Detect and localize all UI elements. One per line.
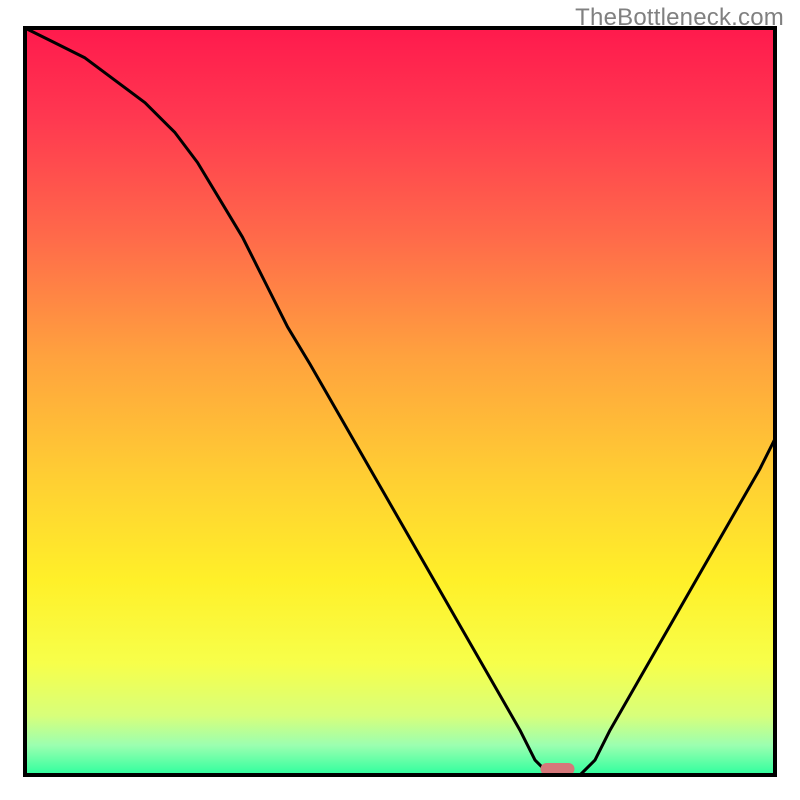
watermark-text: TheBottleneck.com — [575, 4, 784, 32]
gradient-background — [25, 28, 775, 775]
bottleneck-chart — [0, 0, 800, 800]
chart-stage: TheBottleneck.com — [0, 0, 800, 800]
